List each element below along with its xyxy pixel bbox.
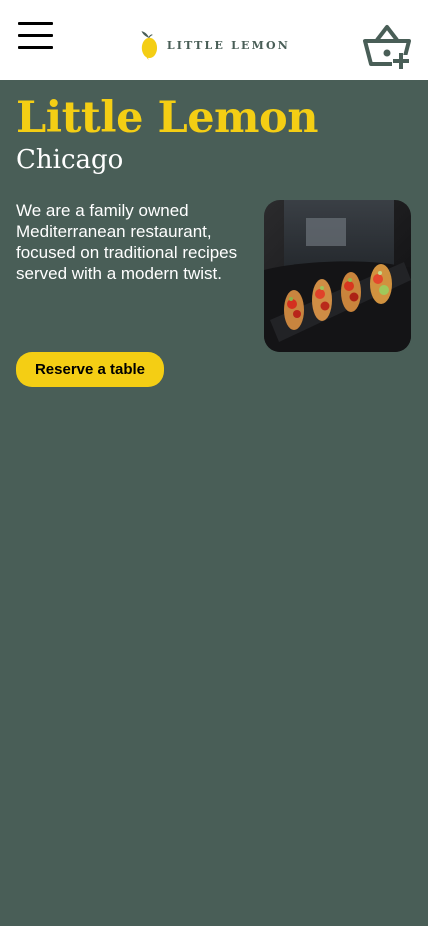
menu-bar-top bbox=[18, 22, 53, 25]
reserve-table-button[interactable]: Reserve a table bbox=[16, 352, 164, 387]
hero-description: We are a family owned Mediterranean rest… bbox=[16, 201, 238, 283]
lemon-icon bbox=[141, 31, 158, 60]
basket-button[interactable] bbox=[362, 24, 412, 70]
logo-text: LITTLE LEMON bbox=[166, 38, 290, 52]
hamburger-menu-button[interactable] bbox=[18, 22, 53, 50]
hero-subtitle: Chicago bbox=[16, 145, 124, 175]
basket-add-icon bbox=[363, 25, 411, 70]
top-nav-bar: LITTLE LEMON bbox=[0, 0, 428, 80]
menu-bar-middle bbox=[18, 34, 53, 37]
bruschetta-photo bbox=[264, 200, 411, 352]
hero-title: Little Lemon bbox=[16, 93, 319, 143]
menu-bar-bottom bbox=[18, 46, 53, 49]
little-lemon-logo[interactable]: LITTLE LEMON bbox=[140, 24, 290, 66]
hero-food-image bbox=[264, 200, 411, 352]
